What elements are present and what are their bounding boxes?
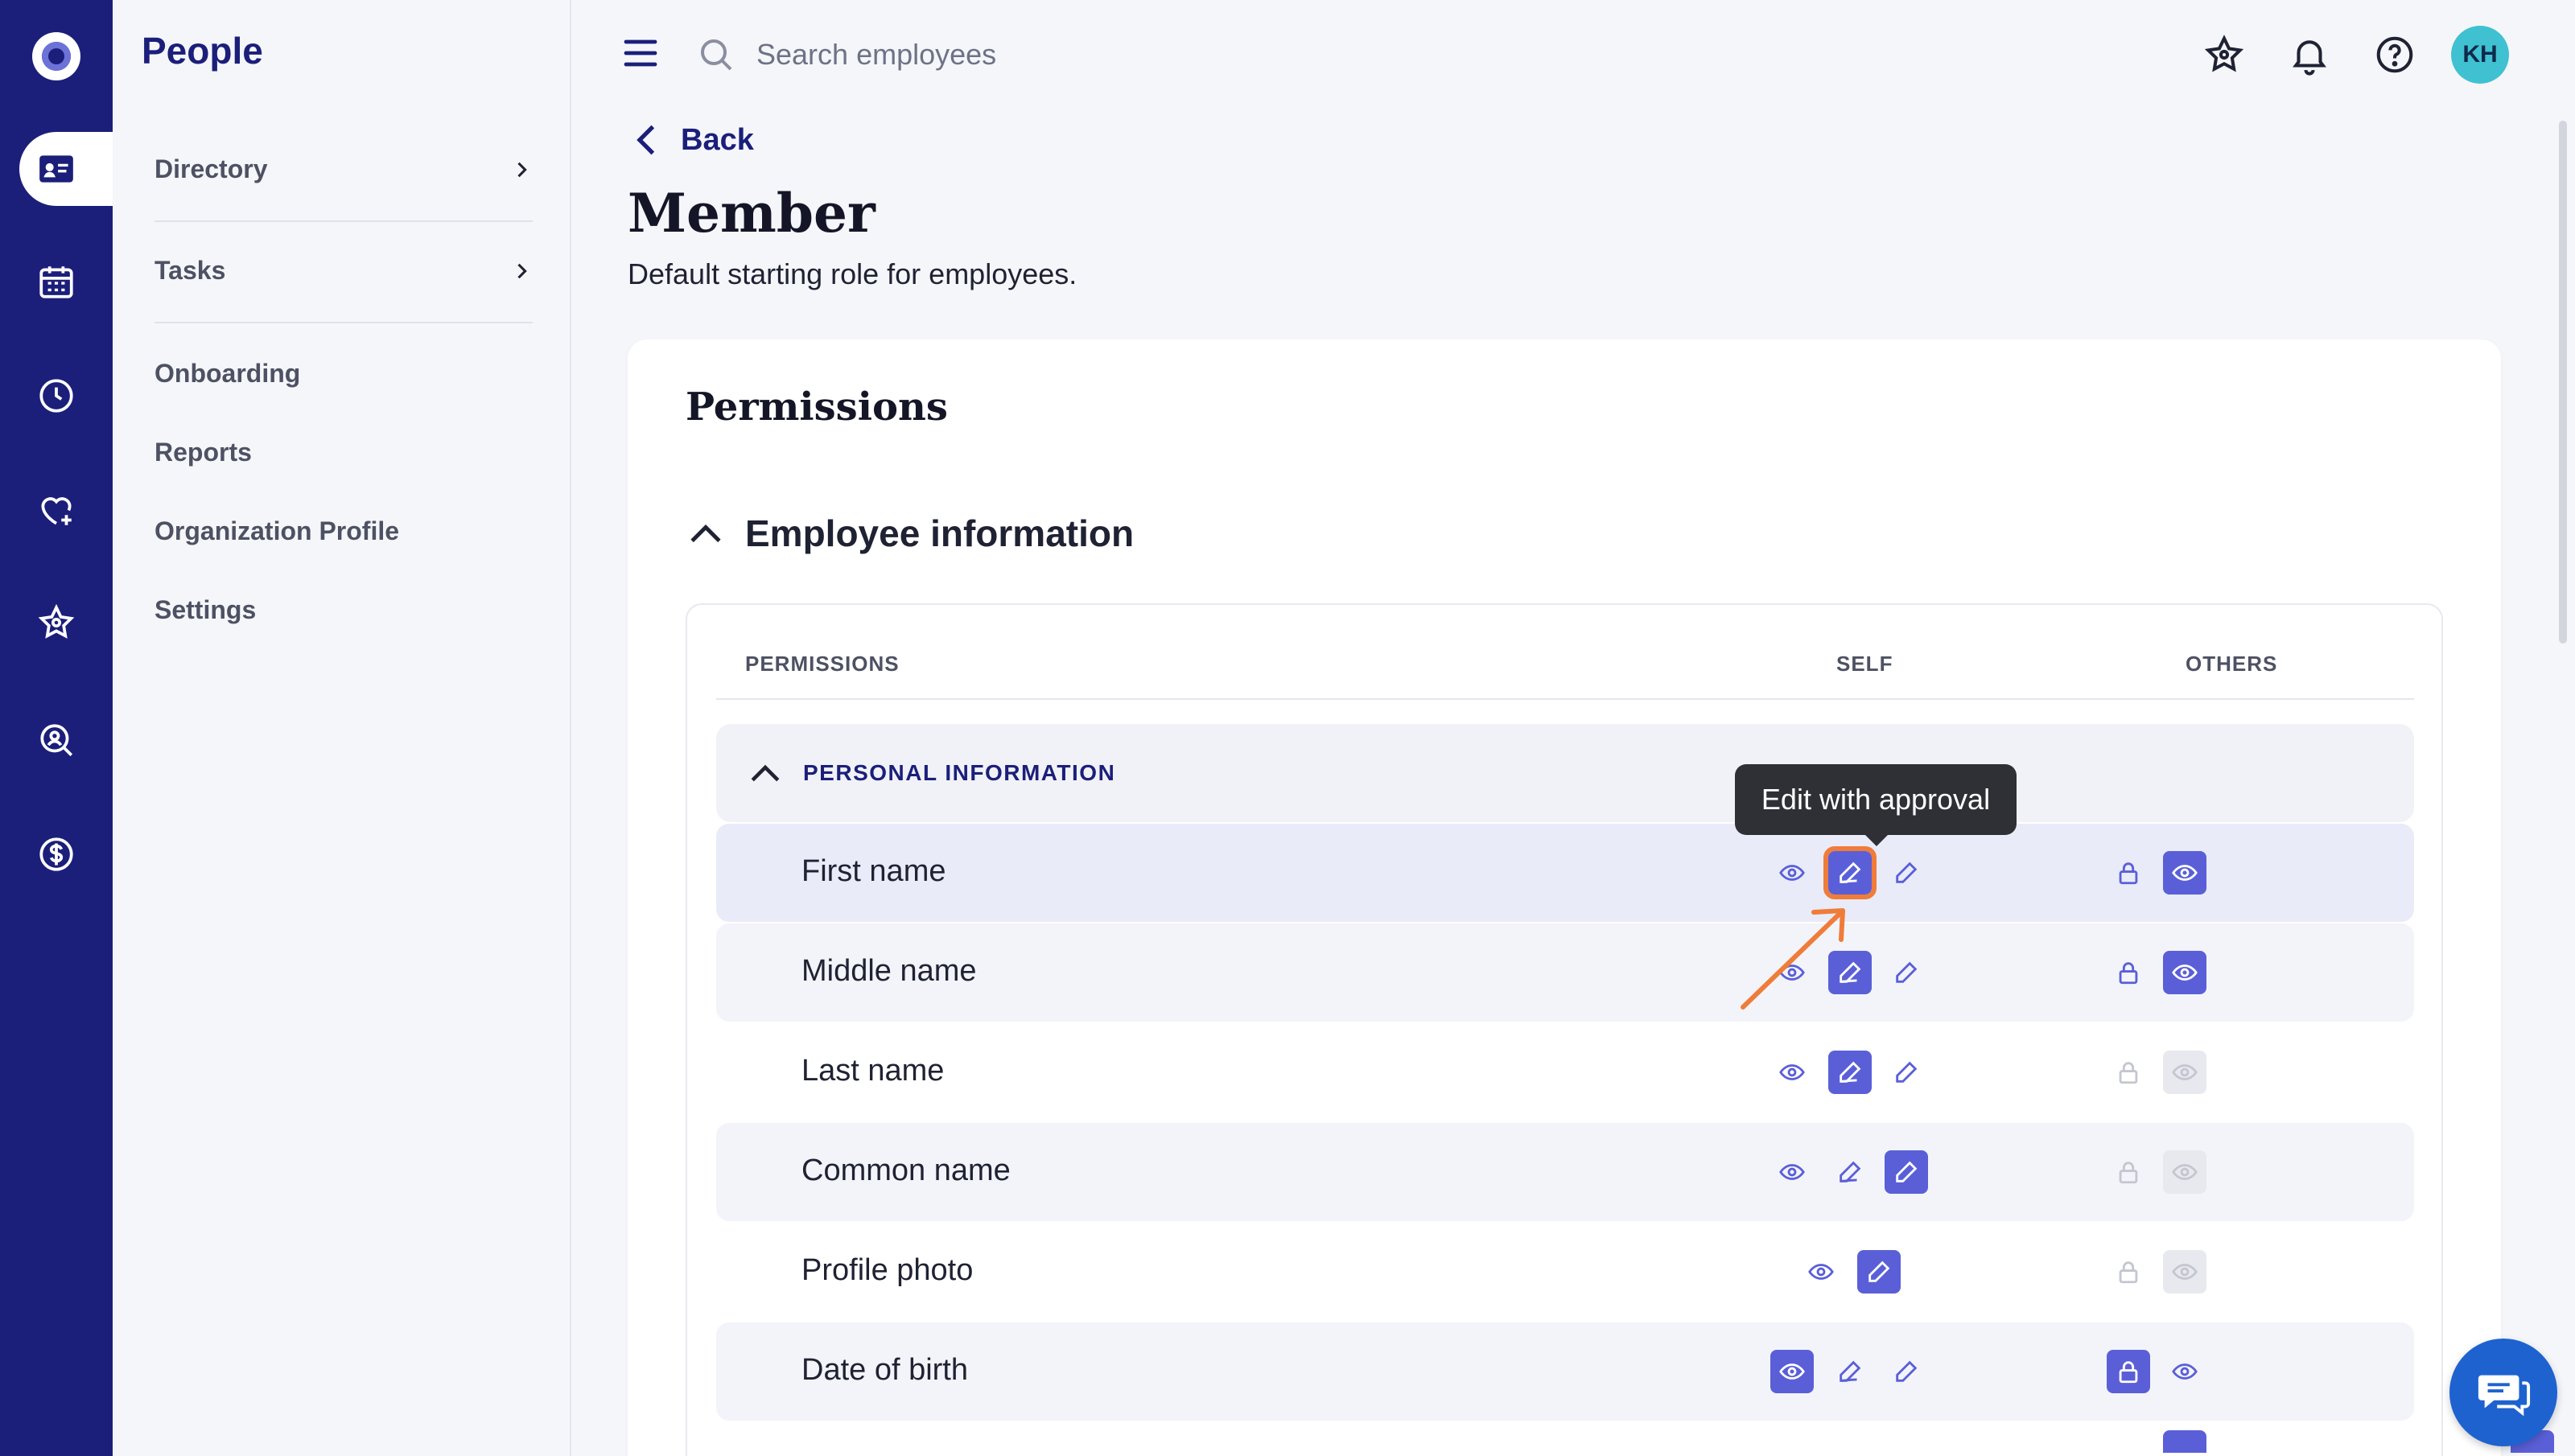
table-row: Date of birth [716, 1322, 2414, 1421]
nav-item-settings[interactable]: Settings [154, 595, 533, 625]
nav-item-label: Tasks [154, 256, 226, 285]
nav-item-label: Onboarding [154, 359, 301, 388]
nav-item-reports[interactable]: Reports [154, 438, 533, 467]
column-header-others: OTHERS [2186, 652, 2278, 676]
view-icon[interactable] [2163, 851, 2206, 895]
dollar-icon[interactable] [32, 830, 80, 878]
row-label: Common name [801, 1154, 1011, 1187]
edit-with-approval-icon[interactable] [1828, 1051, 1872, 1094]
column-header-self: SELF [1836, 652, 1893, 676]
row-label: Last name [801, 1054, 945, 1088]
nav-item-label: Reports [154, 438, 252, 467]
lock-icon[interactable] [2107, 851, 2150, 895]
chevron-up-icon [751, 764, 780, 782]
view-icon[interactable] [1770, 1150, 1814, 1194]
page-title: Member [628, 182, 876, 245]
nav-item-organization-profile[interactable]: Organization Profile [154, 516, 533, 546]
annotation-arrow-icon [1741, 908, 1845, 1010]
row-label: Profile photo [801, 1253, 974, 1287]
nav-divider [154, 220, 533, 222]
table-row: Common name [716, 1123, 2414, 1221]
back-link[interactable]: Back [631, 122, 754, 158]
chevron-right-icon [517, 162, 527, 177]
people-card-icon[interactable] [32, 145, 80, 193]
view-icon[interactable] [1770, 1350, 1814, 1393]
view-icon[interactable] [1770, 1051, 1814, 1094]
view-icon[interactable] [2163, 951, 2206, 994]
tooltip: Edit with approval [1735, 764, 2017, 846]
edit-with-approval-icon[interactable] [1823, 846, 1877, 899]
sub-navigation: People Directory Tasks Onboarding Report… [113, 0, 571, 1456]
column-header-permissions: PERMISSIONS [745, 652, 900, 676]
lock-icon [2107, 1150, 2150, 1194]
page-subtitle: Default starting role for employees. [628, 257, 1077, 290]
nav-item-label: Organization Profile [154, 516, 400, 545]
view-icon [2163, 1250, 2206, 1294]
view-icon[interactable] [1770, 851, 1814, 895]
table-row: Middle name [716, 923, 2414, 1022]
group-title: PERSONAL INFORMATION [803, 760, 1116, 785]
edit-icon[interactable] [1885, 951, 1928, 994]
logo-icon[interactable] [32, 32, 80, 80]
permissions-card: Permissions Employee information PERMISS… [628, 339, 2554, 1456]
scrollbar[interactable] [2559, 121, 2567, 644]
chat-button[interactable] [2449, 1339, 2557, 1446]
table-row: Last name [716, 1023, 2414, 1121]
view-icon[interactable] [2163, 1430, 2206, 1453]
hamburger-menu-icon[interactable] [621, 35, 660, 71]
clock-icon[interactable] [32, 372, 80, 420]
lock-icon[interactable] [2107, 951, 2150, 994]
row-label: Date of birth [801, 1353, 968, 1387]
search-icon [701, 39, 732, 71]
nav-item-label: Directory [154, 154, 268, 183]
view-icon [2163, 1051, 2206, 1094]
search-person-icon[interactable] [32, 716, 80, 764]
edit-icon[interactable] [1885, 1051, 1928, 1094]
header-divider [716, 698, 2414, 700]
user-avatar[interactable]: KH [2451, 26, 2509, 84]
table-row: First name [716, 824, 2414, 922]
view-icon[interactable] [1799, 1250, 1843, 1294]
heart-plus-icon[interactable] [32, 486, 80, 534]
edit-icon[interactable] [1857, 1250, 1901, 1294]
nav-item-onboarding[interactable]: Onboarding [154, 359, 533, 389]
chevron-right-icon [517, 263, 527, 278]
notifications-bell-icon[interactable] [2284, 29, 2335, 80]
lock-icon [2107, 1051, 2150, 1094]
permissions-table: PERMISSIONS SELF OTHERS PERSONAL INFORMA… [686, 603, 2554, 1456]
back-label: Back [681, 122, 754, 157]
nav-divider [154, 322, 533, 323]
favorites-star-icon[interactable] [2198, 29, 2250, 80]
row-label: First name [801, 854, 946, 888]
edit-icon[interactable] [1885, 1350, 1928, 1393]
edit-with-approval-icon[interactable] [1828, 1150, 1872, 1194]
view-icon[interactable] [2163, 1350, 2206, 1393]
section-toggle-employee-information[interactable]: Employee information [687, 512, 1134, 555]
edit-icon[interactable] [1885, 1150, 1928, 1194]
chevron-up-icon [690, 524, 721, 543]
search-input[interactable] [756, 29, 1320, 80]
view-icon [2163, 1150, 2206, 1194]
nav-item-tasks[interactable]: Tasks [154, 256, 533, 286]
nav-item-label: Settings [154, 595, 257, 624]
edit-icon[interactable] [1885, 851, 1928, 895]
table-row: Profile photo [716, 1223, 2414, 1321]
row-label: Middle name [801, 954, 977, 988]
lock-icon[interactable] [2107, 1350, 2150, 1393]
app-title: People [142, 30, 263, 72]
star-icon[interactable] [32, 598, 80, 647]
nav-item-directory[interactable]: Directory [154, 154, 533, 184]
section-title: Employee information [745, 512, 1135, 554]
help-question-icon[interactable] [2369, 29, 2420, 80]
lock-icon [2107, 1250, 2150, 1294]
chevron-left-icon [637, 125, 655, 155]
card-title: Permissions [686, 385, 948, 430]
group-toggle-personal-information[interactable]: PERSONAL INFORMATION [716, 724, 2414, 822]
app-rail [0, 0, 117, 1456]
calendar-icon[interactable] [32, 257, 80, 306]
edit-with-approval-icon[interactable] [1828, 1350, 1872, 1393]
chat-bubble-icon [2478, 1375, 2531, 1417]
